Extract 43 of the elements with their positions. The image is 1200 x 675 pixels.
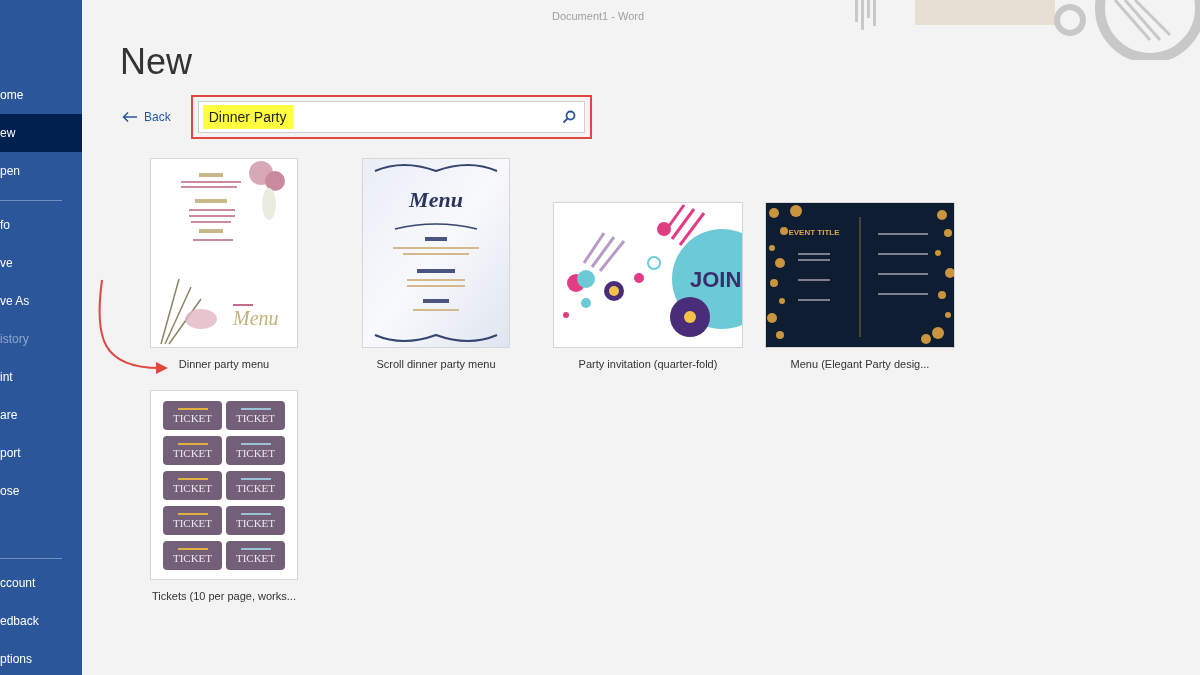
template-thumbnail[interactable]: EVENT TITLE	[765, 202, 955, 348]
sidebar-item[interactable]: fo	[0, 206, 82, 244]
ticket-preview: TICKET	[226, 471, 285, 500]
search-text: Dinner Party	[202, 105, 293, 129]
ticket-preview: TICKET	[226, 401, 285, 430]
back-arrow-icon	[122, 111, 138, 123]
search-icon[interactable]	[561, 110, 576, 124]
page-title: New	[120, 40, 194, 84]
sidebar-item[interactable]: edback	[0, 602, 82, 640]
sidebar-item[interactable]: port	[0, 434, 82, 472]
sidebar-item[interactable]: ptions	[0, 640, 82, 675]
back-link[interactable]: Back	[120, 110, 173, 124]
template-name[interactable]: Party invitation (quarter-fold)	[578, 358, 718, 370]
event-title-text: EVENT TITLE	[788, 228, 840, 237]
sidebar-item[interactable]: ew	[0, 114, 82, 152]
menu-heading: Menu	[409, 187, 463, 212]
template-name[interactable]: Menu (Elegant Party desig...	[790, 358, 930, 370]
ticket-preview: TICKET	[226, 541, 285, 570]
sidebar-item[interactable]: pen	[0, 152, 82, 190]
sidebar-item[interactable]: ve	[0, 244, 82, 282]
sidebar-item[interactable]: ome	[0, 76, 82, 114]
ticket-preview: TICKET	[226, 506, 285, 535]
template-thumbnail[interactable]: TICKET TICKET TICKET TICKET TICKET TICKET TICKET TICKET TICKET TICKET	[150, 390, 298, 580]
sidebar-item[interactable]: int	[0, 358, 82, 396]
sidebar-item[interactable]: ve As	[0, 282, 82, 320]
sidebar-item[interactable]: are	[0, 396, 82, 434]
ticket-preview: TICKET	[163, 401, 222, 430]
template-name[interactable]: Tickets (10 per page, works...	[152, 590, 296, 602]
template-thumbnail[interactable]: Menu	[362, 158, 510, 348]
ticket-preview: TICKET	[163, 436, 222, 465]
template-name[interactable]: Scroll dinner party menu	[376, 358, 496, 370]
window-title: Document1 - Word	[551, 10, 645, 22]
invitation-headline: JOIN	[690, 267, 742, 292]
ticket-preview: TICKET	[163, 506, 222, 535]
search-field[interactable]: Dinner Party	[197, 101, 585, 133]
template-name[interactable]: Dinner party menu	[178, 358, 270, 370]
sidebar-item[interactable]: ose	[0, 472, 82, 510]
ticket-preview: TICKET	[226, 436, 285, 465]
ticket-preview: TICKET	[163, 471, 222, 500]
menu-heading: Menu	[233, 307, 279, 329]
template-thumbnail[interactable]: JOIN	[553, 202, 743, 348]
sidebar-item[interactable]: ccount	[0, 564, 82, 602]
ticket-preview: TICKET	[163, 541, 222, 570]
